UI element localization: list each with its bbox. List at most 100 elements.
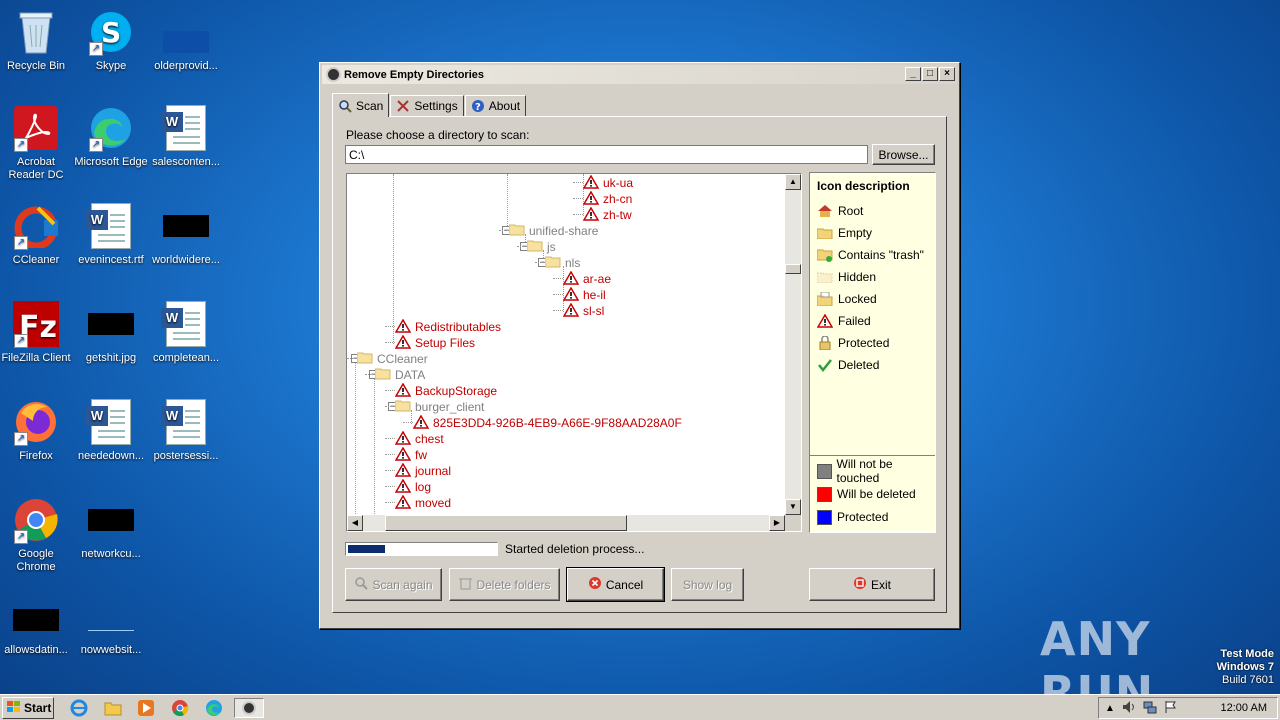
tree-vertical-scrollbar[interactable]: ▲ ▼: [785, 174, 801, 515]
tree-node[interactable]: unified-share: [509, 223, 598, 239]
show-log-button[interactable]: Show log: [671, 568, 744, 601]
start-button[interactable]: Start: [2, 697, 54, 719]
scroll-up-button[interactable]: ▲: [785, 174, 801, 190]
legend-contains-trash: Contains "trash": [817, 247, 924, 263]
tree-node-label: moved: [415, 496, 452, 510]
tree-node[interactable]: ar-ae: [563, 270, 611, 287]
delete-folders-button[interactable]: Delete folders: [449, 568, 560, 601]
tree-node[interactable]: sl-sl: [563, 302, 604, 319]
tree-line: [385, 454, 395, 455]
tab-settings[interactable]: Settings: [390, 95, 464, 116]
media-player-taskbar-icon[interactable]: [135, 698, 157, 718]
desktop-icon-getshit[interactable]: getshit.jpg: [73, 300, 149, 365]
tree-node[interactable]: zh-tw: [583, 206, 632, 223]
warning-icon: [395, 334, 411, 352]
ie-taskbar-icon[interactable]: [68, 698, 90, 718]
tree-line: [385, 438, 395, 439]
folder-icon: [509, 224, 525, 239]
hidden-folder-icon: [817, 270, 833, 284]
desktop-icon-acrobat[interactable]: ↗ Acrobat Reader DC: [0, 104, 74, 182]
svg-text:S: S: [101, 16, 121, 49]
tree-node[interactable]: fw: [395, 446, 427, 463]
filezilla-icon: Fz ↗: [12, 300, 60, 348]
desktop-icon-evenincest[interactable]: W evenincest.rtf: [73, 202, 149, 267]
desktop-icon-filezilla[interactable]: Fz ↗ FileZilla Client: [0, 300, 74, 365]
tree-horizontal-scrollbar[interactable]: ◀ ▶: [347, 515, 785, 531]
scan-again-button[interactable]: Scan again: [345, 568, 442, 601]
desktop-icon-skype[interactable]: S ↗ Skype: [73, 8, 149, 73]
tree-node[interactable]: uk-ua: [583, 174, 633, 191]
tree-node[interactable]: BackupStorage: [395, 382, 497, 399]
tree-node-label: 825E3DD4-926B-4EB9-A66E-9F88AAD28A0F: [433, 416, 682, 430]
taskbar: Start ▲ 12:00 AM: [0, 694, 1280, 720]
tree-line: [553, 310, 563, 311]
desktop-icon-completean[interactable]: W completean...: [148, 300, 224, 365]
file-icon: [162, 8, 210, 56]
tree-line: [385, 406, 395, 407]
system-tray: ▲ 12:00 AM: [1098, 697, 1278, 719]
desktop-icon-networkcu[interactable]: networkcu...: [73, 496, 149, 561]
desktop-icon-neededown[interactable]: W neededown...: [73, 398, 149, 463]
legend-color-will-be-deleted: Will be deleted: [817, 486, 916, 502]
desktop-icon-salesconten[interactable]: W salesconten...: [148, 104, 224, 169]
warning-icon: [563, 286, 579, 304]
tree-node[interactable]: DATA: [375, 367, 425, 383]
scroll-left-button[interactable]: ◀: [347, 515, 363, 531]
tree-node[interactable]: burger_client: [395, 399, 484, 415]
tree-node[interactable]: chest: [395, 430, 444, 447]
tab-about[interactable]: ? About: [464, 95, 527, 116]
maximize-button[interactable]: □: [922, 67, 938, 81]
minimize-button[interactable]: _: [905, 67, 921, 81]
tree-node[interactable]: Redistributables: [395, 318, 501, 335]
desktop-icon-recycle-bin[interactable]: Recycle Bin: [0, 8, 74, 73]
desktop-icon-ccleaner[interactable]: ↗ CCleaner: [0, 202, 74, 267]
tree-node[interactable]: log: [395, 478, 432, 495]
directory-tree[interactable]: − − − − − − uk-ua zh-cn zh-tw unified-share…: [346, 173, 802, 532]
exit-button[interactable]: Exit: [809, 568, 935, 601]
tree-node[interactable]: journal: [395, 462, 451, 479]
title-bar[interactable]: Remove Empty Directories _ □ ×: [322, 65, 957, 84]
desktop-icon-allowsdatin[interactable]: allowsdatin...: [0, 600, 74, 657]
clock[interactable]: 12:00 AM: [1221, 702, 1267, 714]
tree-node[interactable]: zh-cn: [583, 190, 632, 207]
tree-node[interactable]: nls: [545, 255, 580, 271]
tab-scan[interactable]: Scan: [332, 93, 390, 117]
edge-taskbar-icon[interactable]: [203, 698, 225, 718]
horizontal-scroll-thumb[interactable]: [385, 515, 627, 531]
chrome-taskbar-icon[interactable]: [169, 698, 191, 718]
tree-node[interactable]: he-il: [563, 286, 606, 304]
tree-line: [385, 486, 395, 487]
tree-node[interactable]: 825E3DD4-926B-4EB9-A66E-9F88AAD28A0F: [413, 414, 682, 431]
desktop-icon-chrome[interactable]: ↗ Google Chrome: [0, 496, 74, 574]
tree-node[interactable]: moved: [395, 494, 452, 511]
volume-icon[interactable]: [1122, 700, 1136, 717]
desktop-icon-edge[interactable]: ↗ Microsoft Edge: [73, 104, 149, 169]
tree-line: [553, 294, 563, 295]
color-swatch-blue: [817, 509, 832, 525]
scroll-right-button[interactable]: ▶: [769, 515, 785, 531]
scroll-down-button[interactable]: ▼: [785, 499, 801, 515]
tree-line: [507, 174, 508, 232]
cancel-button[interactable]: Cancel: [566, 567, 665, 602]
tree-node[interactable]: CCleaner: [357, 351, 428, 367]
tree-node[interactable]: Setup Files: [395, 334, 475, 352]
tray-expand-icon[interactable]: ▲: [1105, 703, 1115, 714]
network-icon[interactable]: [1143, 700, 1157, 717]
directory-path-input[interactable]: [345, 145, 868, 164]
desktop-icon-olderprovid[interactable]: olderprovid...: [148, 8, 224, 73]
desktop-icon-postersessi[interactable]: W postersessi...: [148, 398, 224, 463]
action-center-flag-icon[interactable]: [1164, 700, 1178, 717]
tree-node[interactable]: js: [527, 239, 556, 255]
explorer-taskbar-icon[interactable]: [102, 698, 124, 718]
desktop-icon-worldwidere[interactable]: worldwidere...: [148, 202, 224, 267]
shortcut-arrow-icon: ↗: [14, 334, 28, 348]
tree-node-label: log: [415, 480, 432, 494]
close-button[interactable]: ×: [939, 67, 955, 81]
vertical-scroll-thumb[interactable]: [785, 264, 801, 274]
red-taskbar-button[interactable]: [234, 698, 264, 718]
desktop-icon-nowwebsit[interactable]: nowwebsit...: [73, 600, 149, 657]
tree-scroll-corner: [785, 515, 801, 531]
browse-button[interactable]: Browse...: [872, 144, 935, 165]
folder-icon: [817, 226, 833, 240]
desktop-icon-firefox[interactable]: ↗ Firefox: [0, 398, 74, 463]
